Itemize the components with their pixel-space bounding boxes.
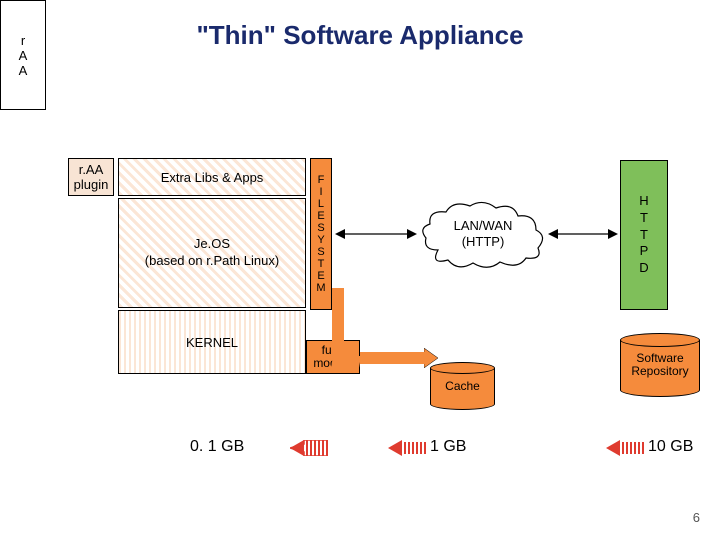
block-extra-libs: Extra Libs & Apps	[118, 158, 306, 196]
size-arrow-right	[606, 440, 644, 456]
size-label-middle: 1 GB	[430, 438, 466, 456]
cache-label: Cache	[445, 379, 480, 393]
block-kernel: KERNEL	[118, 310, 306, 374]
cylinder-cache: Cache	[430, 368, 495, 404]
repo-label: Software Repository	[631, 352, 688, 378]
connector-filesystem-fuse	[331, 356, 361, 368]
size-label-right: 10 GB	[648, 438, 693, 456]
arrow-fs-to-cloud	[335, 224, 417, 244]
size-arrow-left	[290, 440, 328, 456]
block-raa: r A A	[0, 0, 46, 110]
block-jeos: Je.OS (based on r.Path Linux)	[118, 198, 306, 308]
block-raa-plugin: r.AA plugin	[68, 158, 114, 196]
connector-fuse-cache	[360, 352, 428, 364]
block-httpd: H T T P D	[620, 160, 668, 310]
cloud-label: LAN/WAN (HTTP)	[418, 218, 548, 249]
block-filesystem: F I L E S Y S T E M	[310, 158, 332, 310]
page-number: 6	[693, 510, 700, 525]
size-arrow-middle	[388, 440, 426, 456]
size-label-left: 0. 1 GB	[190, 438, 244, 456]
connector-filesystem-out	[332, 288, 344, 356]
arrow-cloud-to-httpd	[548, 224, 618, 244]
diagram-title: "Thin" Software Appliance	[0, 20, 720, 51]
cylinder-repo: Software Repository	[620, 340, 700, 390]
